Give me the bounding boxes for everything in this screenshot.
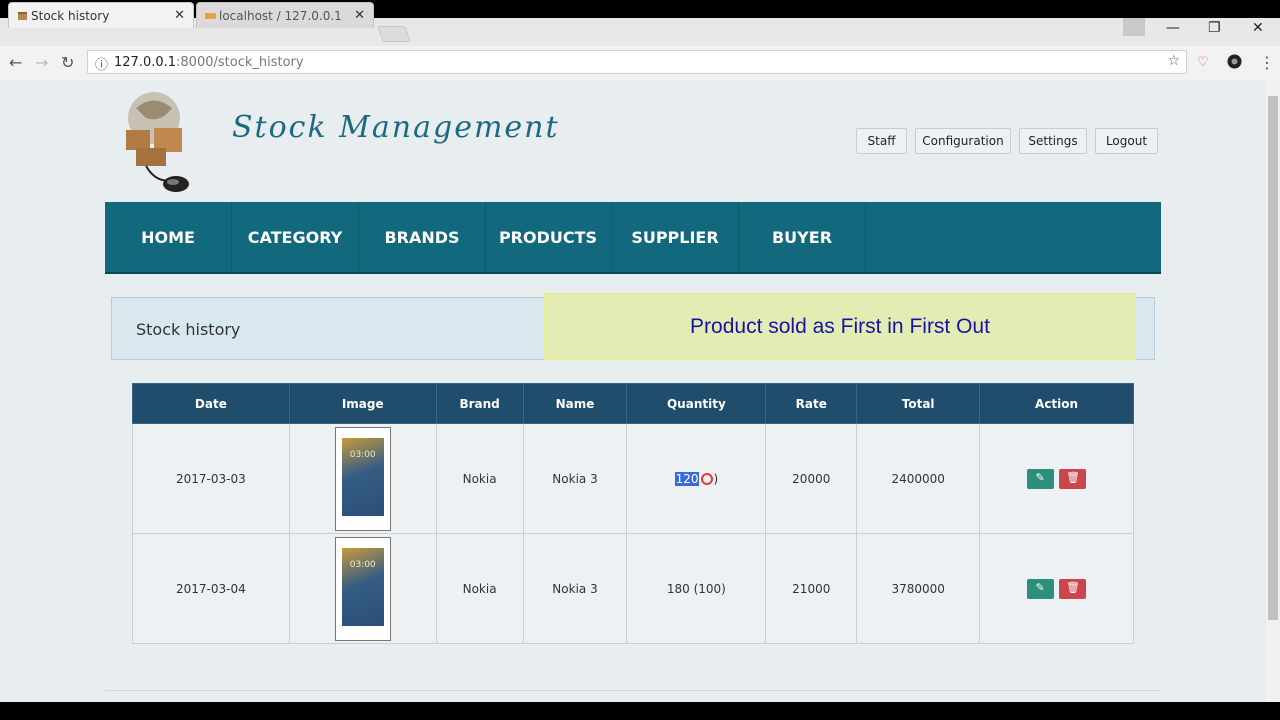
- col-header-brand: Brand: [435, 383, 524, 424]
- delete-button[interactable]: 🗑: [1059, 578, 1087, 599]
- bookmark-star-icon[interactable]: ☆: [1167, 53, 1180, 69]
- nav-home[interactable]: HOME: [105, 202, 232, 272]
- nav-products[interactable]: PRODUCTS: [485, 202, 612, 272]
- col-header-action: Action: [979, 383, 1134, 424]
- cell-total: 2400000: [856, 423, 981, 534]
- cell-action: ✎ 🗑: [979, 533, 1134, 644]
- edit-icon: ✎: [1035, 470, 1045, 484]
- restore-icon[interactable]: ❐: [1208, 20, 1221, 36]
- nav-supplier[interactable]: SUPPLIER: [612, 202, 739, 272]
- url-path: :8000/stock_history: [176, 54, 304, 70]
- stock-table: Date Image Brand Name Quantity Rate Tota…: [132, 383, 1134, 644]
- settings-button[interactable]: Settings: [1019, 128, 1087, 154]
- cell-image: 03:00: [288, 533, 437, 644]
- cell-quantity: 120): [626, 423, 767, 534]
- staff-button[interactable]: Staff: [856, 128, 907, 154]
- page-content: Stock Management Staff Configuration Set…: [0, 80, 1266, 702]
- tab-title: localhost / 127.0.0.1 / db: [219, 8, 343, 23]
- fifo-banner: Product sold as First in First Out: [544, 293, 1136, 360]
- cell-total: 3780000: [856, 533, 981, 644]
- phpmyadmin-favicon-icon: [205, 13, 216, 19]
- nav-brands[interactable]: BRANDS: [359, 202, 486, 272]
- reload-icon[interactable]: ↻: [61, 53, 74, 72]
- scrollbar-thumb[interactable]: [1268, 96, 1278, 620]
- cell-rate: 21000: [765, 533, 858, 644]
- cell-name: Nokia 3: [522, 533, 628, 644]
- forward-arrow-icon[interactable]: →: [35, 53, 48, 72]
- logout-button[interactable]: Logout: [1095, 128, 1158, 154]
- table-header-row: Date Image Brand Name Quantity Rate Tota…: [132, 383, 1134, 424]
- close-tab-icon[interactable]: ✕: [174, 8, 185, 23]
- footer-divider: [105, 690, 1161, 691]
- cell-name: Nokia 3: [522, 423, 628, 534]
- screen-bottom-bar: [0, 702, 1280, 720]
- col-header-rate: Rate: [765, 383, 858, 424]
- browser-window: Stock history ✕ localhost / 127.0.0.1 / …: [0, 0, 1280, 720]
- cell-date: 2017-03-04: [132, 533, 290, 644]
- back-arrow-icon[interactable]: ←: [9, 53, 22, 72]
- new-tab-button[interactable]: [377, 26, 411, 42]
- tab-localhost[interactable]: localhost / 127.0.0.1 / db ✕: [196, 2, 374, 28]
- cell-date: 2017-03-03: [132, 423, 290, 534]
- tab-stock-history[interactable]: Stock history ✕: [8, 2, 194, 28]
- extension-icon[interactable]: ♡: [1197, 55, 1209, 70]
- col-header-quantity: Quantity: [626, 383, 767, 424]
- cell-brand: Nokia: [435, 533, 524, 644]
- address-bar[interactable]: ⓘ 127.0.0.1:8000/stock_history ☆: [87, 50, 1187, 74]
- edit-button[interactable]: ✎: [1026, 468, 1054, 489]
- cell-action: ✎ 🗑: [979, 423, 1134, 534]
- edit-icon: ✎: [1035, 580, 1045, 594]
- minimize-icon[interactable]: —: [1166, 20, 1180, 36]
- site-title: Stock Management: [232, 110, 560, 145]
- quantity-suffix: ): [713, 471, 719, 486]
- page-title: Stock history: [136, 320, 241, 339]
- extension-circle-icon[interactable]: [1227, 54, 1242, 69]
- cell-image: 03:00: [288, 423, 437, 534]
- cursor-highlight-icon: [701, 473, 714, 485]
- close-tab-icon[interactable]: ✕: [354, 8, 365, 23]
- edit-button[interactable]: ✎: [1026, 578, 1054, 599]
- logo-globe-boxes-icon: [126, 92, 189, 192]
- url-host: 127.0.0.1: [114, 54, 177, 70]
- tab-title: Stock history: [31, 8, 110, 23]
- close-window-icon[interactable]: ✕: [1252, 20, 1264, 36]
- cell-rate: 20000: [765, 423, 858, 534]
- col-header-date: Date: [132, 383, 290, 424]
- profile-icon[interactable]: [1123, 18, 1145, 36]
- col-header-total: Total: [856, 383, 981, 424]
- trash-icon: 🗑: [1065, 580, 1080, 594]
- menu-kebab-icon[interactable]: ⋮: [1259, 53, 1275, 72]
- cell-quantity: 180 (100): [626, 533, 767, 644]
- trash-icon: 🗑: [1065, 470, 1080, 484]
- selected-quantity-text: 120: [674, 471, 700, 486]
- col-header-image: Image: [288, 383, 437, 424]
- col-header-name: Name: [522, 383, 628, 424]
- info-icon[interactable]: ⓘ: [95, 54, 108, 73]
- cell-brand: Nokia: [435, 423, 524, 534]
- table-row: 2017-03-03 03:00 Nokia Nokia 3 120) 2000…: [132, 423, 1134, 534]
- table-row: 2017-03-04 03:00 Nokia Nokia 3 180 (100)…: [132, 533, 1134, 644]
- phone-image: 03:00: [334, 536, 391, 641]
- delete-button[interactable]: 🗑: [1059, 468, 1087, 489]
- main-nav: HOME CATEGORY BRANDS PRODUCTS SUPPLIER B…: [105, 202, 1161, 274]
- nav-buyer[interactable]: BUYER: [739, 202, 866, 272]
- phone-image: 03:00: [334, 426, 391, 531]
- box-favicon-icon: [18, 12, 27, 20]
- nav-category[interactable]: CATEGORY: [232, 202, 359, 272]
- configuration-button[interactable]: Configuration: [915, 128, 1011, 154]
